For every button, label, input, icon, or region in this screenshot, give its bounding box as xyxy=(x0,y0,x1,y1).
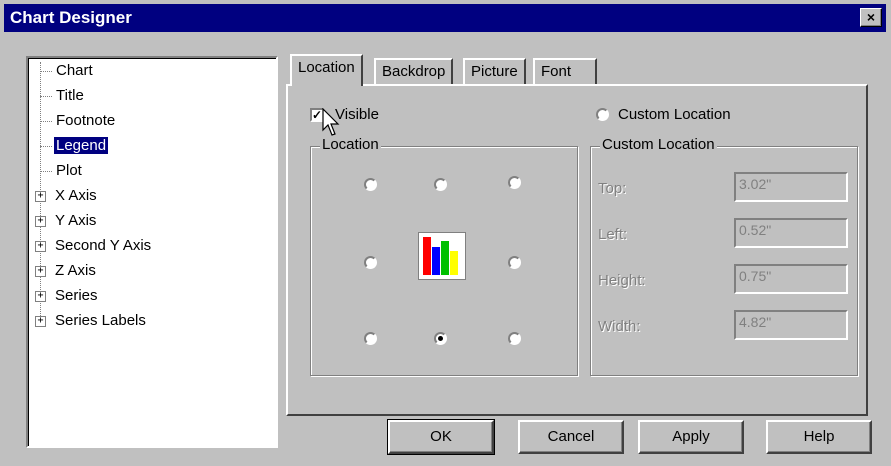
title-bar[interactable]: Chart Designer × xyxy=(4,4,886,32)
width-field[interactable]: 4.82" xyxy=(734,310,848,340)
tree-item-label: Y Axis xyxy=(55,212,97,229)
tree-item-y-axis[interactable]: + Y Axis xyxy=(35,210,98,232)
tree-item-label: Footnote xyxy=(56,112,116,129)
expand-icon[interactable]: + xyxy=(35,191,46,202)
tree-item-label: Plot xyxy=(56,162,82,179)
close-button[interactable]: × xyxy=(860,8,882,27)
location-top-center-radio[interactable] xyxy=(434,178,447,191)
ok-button[interactable]: OK xyxy=(387,419,495,455)
chart-preview-icon xyxy=(418,232,466,280)
location-top-left-radio[interactable] xyxy=(364,178,377,191)
preview-bar xyxy=(441,241,449,275)
tab-backdrop[interactable]: Backdrop xyxy=(374,58,454,84)
location-top-right-radio[interactable] xyxy=(508,176,521,189)
window-title: Chart Designer xyxy=(10,8,132,27)
tab-font[interactable]: Font xyxy=(533,58,597,84)
custom-location-radio[interactable] xyxy=(596,108,609,121)
tree-item-series-labels[interactable]: + Series Labels xyxy=(35,310,148,332)
tree-item-second-y-axis[interactable]: + Second Y Axis xyxy=(35,235,153,257)
tree-item-title[interactable]: Title xyxy=(40,85,86,107)
apply-button[interactable]: Apply xyxy=(638,420,744,454)
tree-item-label: Series xyxy=(55,287,98,304)
tree-item-label: Series Labels xyxy=(55,312,146,329)
tree-item-x-axis[interactable]: + X Axis xyxy=(35,185,99,207)
location-bottom-right-radio[interactable] xyxy=(508,332,521,345)
tree-item-legend[interactable]: Legend xyxy=(40,135,109,157)
custom-location-group-label: Custom Location xyxy=(600,136,717,153)
tree-item-label: Chart xyxy=(56,62,93,79)
tree-item-z-axis[interactable]: + Z Axis xyxy=(35,260,98,282)
width-field-label: Width: xyxy=(598,318,641,335)
location-bottom-left-radio[interactable] xyxy=(364,332,377,345)
tree-item-label: Z Axis xyxy=(55,262,96,279)
preview-bar xyxy=(432,247,440,275)
left-field-label: Left: xyxy=(598,226,628,243)
height-field-label: Height: xyxy=(598,272,646,289)
tree-item-label: Legend xyxy=(54,137,109,154)
mouse-pointer-icon xyxy=(322,108,340,136)
top-field-label: Top: xyxy=(598,180,627,197)
location-middle-left-radio[interactable] xyxy=(364,256,377,269)
tab-picture[interactable]: Picture xyxy=(463,58,526,84)
height-field[interactable]: 0.75" xyxy=(734,264,848,294)
expand-icon[interactable]: + xyxy=(35,291,46,302)
preview-bar xyxy=(450,251,458,275)
custom-location-label[interactable]: Custom Location xyxy=(618,106,731,123)
location-group-label: Location xyxy=(320,136,381,153)
tree-item-series[interactable]: + Series xyxy=(35,285,100,307)
expand-icon[interactable]: + xyxy=(35,316,46,327)
tree-item-label: Second Y Axis xyxy=(55,237,152,254)
preview-bar xyxy=(423,237,431,275)
tree-item-chart[interactable]: Chart xyxy=(40,60,95,82)
top-field[interactable]: 3.02" xyxy=(734,172,848,202)
tree-item-label: X Axis xyxy=(55,187,97,204)
help-button[interactable]: Help xyxy=(766,420,872,454)
location-bottom-center-radio[interactable] xyxy=(434,332,447,345)
tree-item-label: Title xyxy=(56,87,84,104)
expand-icon[interactable]: + xyxy=(35,216,46,227)
tree-item-plot[interactable]: Plot xyxy=(40,160,84,182)
tree-item-footnote[interactable]: Footnote xyxy=(40,110,117,132)
property-tree[interactable]: Chart Title Footnote Legend Plot + X Axi… xyxy=(26,56,278,448)
cancel-button[interactable]: Cancel xyxy=(518,420,624,454)
expand-icon[interactable]: + xyxy=(35,241,46,252)
tab-location[interactable]: Location xyxy=(290,54,363,86)
left-field[interactable]: 0.52" xyxy=(734,218,848,248)
expand-icon[interactable]: + xyxy=(35,266,46,277)
location-middle-right-radio[interactable] xyxy=(508,256,521,269)
